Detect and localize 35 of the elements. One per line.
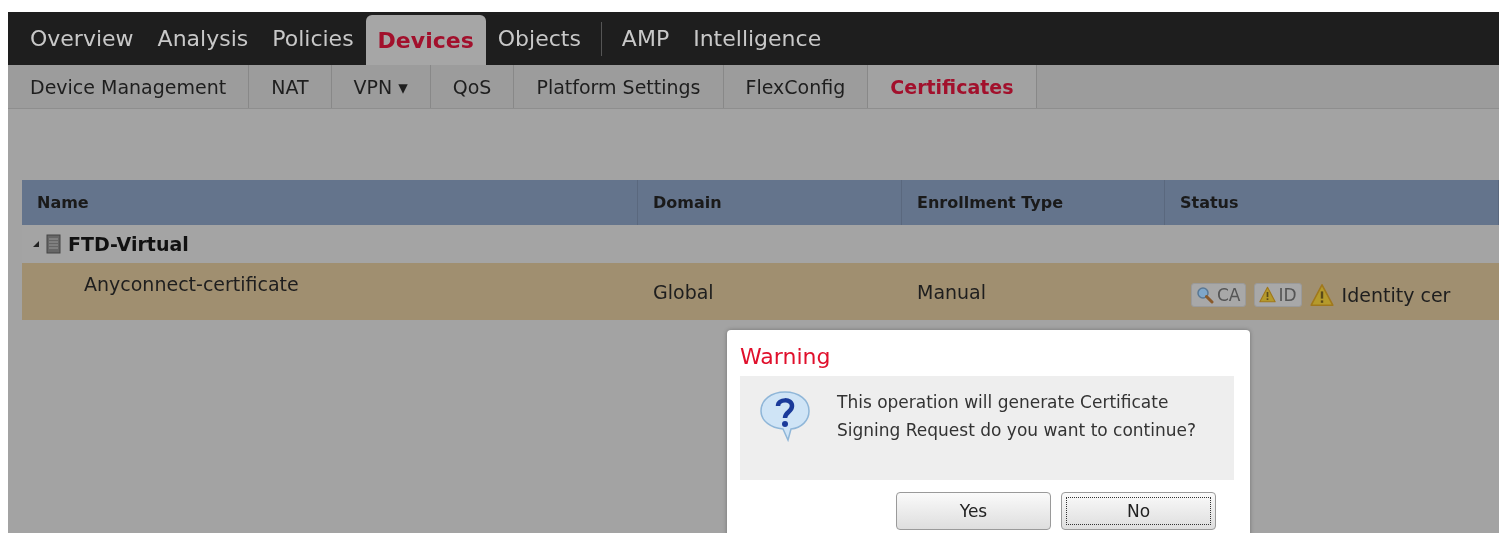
server-icon	[46, 234, 62, 254]
column-header[interactable]: Domain	[653, 193, 722, 212]
question-icon	[757, 388, 813, 444]
sub-nav-tab[interactable]: NAT	[249, 65, 332, 108]
table-cell: Global	[653, 280, 714, 303]
nav-tab[interactable]: Overview	[18, 12, 146, 65]
sub-nav-tab[interactable]: QoS	[430, 65, 515, 108]
nav-tab[interactable]: Devices	[365, 15, 486, 65]
table-cell: Manual	[917, 280, 987, 303]
nav-tab[interactable]: Intelligence	[681, 12, 834, 65]
expand-triangle-icon[interactable]	[32, 240, 40, 248]
dialog-button[interactable]: Yes	[896, 492, 1051, 530]
sub-nav-tab[interactable]: Certificates	[868, 65, 1037, 108]
nav-tab[interactable]: Policies	[260, 12, 366, 65]
nav-tab[interactable]: Analysis	[145, 12, 261, 65]
warning-icon	[1309, 282, 1334, 307]
dialog-message: This operation will generate Certificate Signing Request do you want to continue?	[837, 391, 1198, 442]
sub-nav-tab[interactable]: VPN ▾	[331, 65, 431, 108]
dialog-button[interactable]: No	[1061, 492, 1216, 530]
search-icon	[1196, 285, 1214, 304]
status-badge[interactable]: CA	[1191, 282, 1246, 307]
sub-nav-tab[interactable]: Device Management	[8, 65, 250, 108]
status-badge[interactable]: ID	[1253, 282, 1302, 307]
table-row[interactable]: Anyconnect-certificate Global Manual CA ID Identity cer	[22, 263, 1499, 320]
dialog-title: Warning	[740, 344, 832, 369]
column-header[interactable]: Status	[1180, 193, 1239, 212]
device-name: FTD-Virtual	[68, 233, 189, 255]
status-text: Identity cer	[1341, 283, 1451, 306]
warning-icon	[1258, 286, 1276, 303]
column-header[interactable]: Enrollment Type	[917, 193, 1064, 212]
column-header[interactable]: Name	[37, 193, 89, 212]
sub-nav-tab[interactable]: Platform Settings	[514, 65, 724, 108]
nav-tab[interactable]: AMP	[609, 12, 682, 65]
table-cell: Anyconnect-certificate	[84, 273, 299, 295]
nav-tab[interactable]: Objects	[485, 12, 593, 65]
